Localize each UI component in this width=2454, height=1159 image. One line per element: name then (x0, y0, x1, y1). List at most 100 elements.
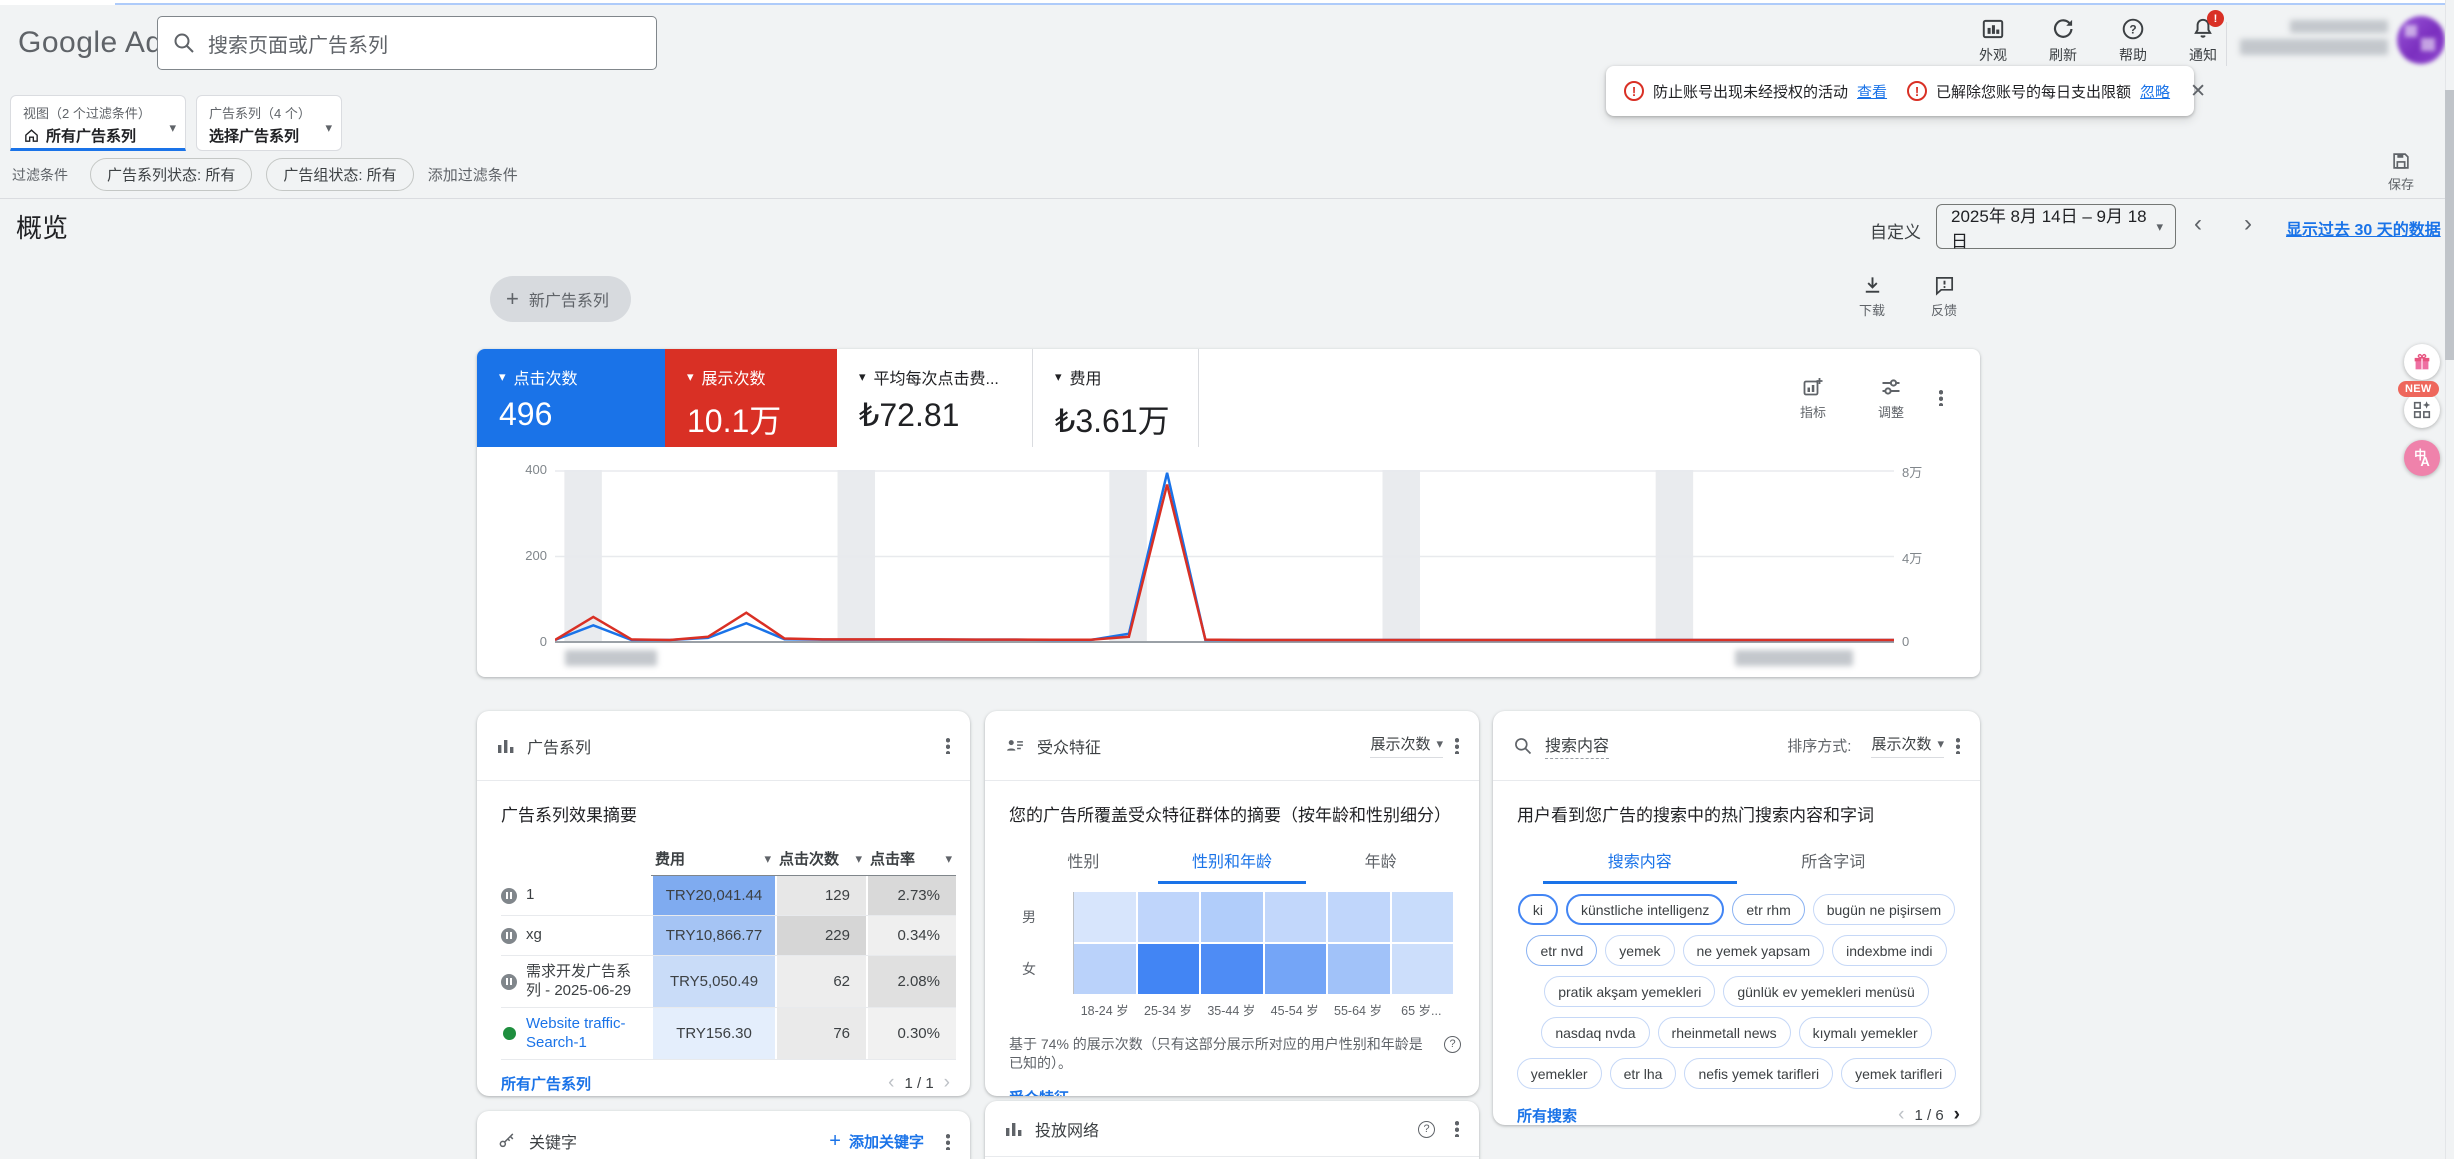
add-filter-button[interactable]: 添加过滤条件 (428, 164, 518, 185)
alert-unauthorized-activity: ! 防止账号出现未经授权的活动 查看 (1614, 81, 1897, 102)
help-circle-icon[interactable]: ? (1444, 1036, 1461, 1053)
search-term-chip[interactable]: etr rhm (1732, 894, 1805, 925)
date-prev-button[interactable]: ‹ (2194, 210, 2202, 238)
campaign-row[interactable]: xg TRY10,866.77 229 0.34% (501, 916, 956, 956)
date-mode-label: 自定义 (1870, 223, 1921, 242)
download-button[interactable]: 下载 (1846, 274, 1898, 319)
all-searches-link[interactable]: 所有搜索 (1517, 1105, 1577, 1126)
campaign-row[interactable]: 需求开发广告系列 - 2025-06-29 TRY5,050.49 62 2.08% (501, 956, 956, 1008)
search-term-chip[interactable]: etr nvd (1526, 935, 1598, 966)
overview-chart-card: ▾ 点击次数 496 ▾ 展示次数 10.1万 ▾ 平均每次点击费... ₺72.81… (477, 349, 1980, 677)
search-term-chip[interactable]: ne yemek yapsam (1682, 935, 1825, 966)
search-term-chip[interactable]: kıymalı yemekler (1798, 1017, 1932, 1048)
scorecard-clicks[interactable]: ▾ 点击次数 496 (477, 349, 665, 447)
heatmap-cell (1391, 944, 1453, 994)
filter-adgroup-status[interactable]: 广告组状态: 所有 (266, 158, 414, 191)
search-term-chip[interactable]: etr lha (1609, 1058, 1677, 1089)
google-ads-logo[interactable]: Google Ads (18, 26, 178, 60)
campaigns-card: 广告系列 广告系列效果摘要 费用 ▾ 点击次数 ▾ 点击率 ▾ 1 TRY20,041.… (477, 711, 970, 1096)
heatmap-row-label: 男 (1022, 909, 1036, 925)
tab-gender-age[interactable]: 性别和年龄 (1157, 840, 1307, 884)
campaign-picker[interactable]: 广告系列（4 个） 选择广告系列 ▾ (196, 95, 342, 151)
page-next-icon[interactable]: › (944, 1072, 950, 1094)
chart-menu-kebab-icon[interactable] (1939, 389, 1943, 406)
search-input[interactable]: 搜索页面或广告系列 (157, 16, 657, 70)
search-term-chips: ki künstliche intelligenz etr rhm bugün ne … (1493, 884, 1980, 1096)
search-term-chip[interactable]: nefis yemek tarifleri (1684, 1058, 1834, 1089)
tab-search-terms[interactable]: 搜索内容 (1543, 840, 1737, 884)
page-prev-icon[interactable]: ‹ (888, 1072, 894, 1094)
scorecard-avg-cpc[interactable]: ▾ 平均每次点击费... ₺72.81 (837, 349, 1033, 447)
column-header-clicks[interactable]: 点击次数 ▾ (775, 848, 866, 876)
search-term-chip[interactable]: günlük ev yemekleri menüsü (1723, 976, 1929, 1007)
filter-campaign-status[interactable]: 广告系列状态: 所有 (90, 158, 253, 191)
help-icon: ? (2120, 16, 2146, 42)
metrics-button[interactable]: 指标 (1787, 375, 1839, 421)
tab-age[interactable]: 年龄 (1306, 840, 1455, 884)
all-campaigns-link[interactable]: 所有广告系列 (501, 1073, 591, 1094)
rewards-gift-button[interactable] (2404, 344, 2440, 380)
date-next-button[interactable]: › (2244, 210, 2252, 238)
scrollbar[interactable] (2445, 0, 2454, 1159)
date-range-picker[interactable]: 2025年 8月 14日 – 9月 18日 ▾ (1936, 204, 2176, 251)
column-header-ctr[interactable]: 点击率 ▾ (866, 848, 956, 876)
adjust-button[interactable]: 调整 (1865, 375, 1917, 421)
scorecard-cost[interactable]: ▾ 费用 ₺3.61万 (1033, 349, 1199, 447)
ctr-cell: 2.73% (866, 876, 956, 915)
tab-gender[interactable]: 性别 (1009, 840, 1158, 884)
search-terms-sort-select[interactable]: 展示次数 ▾ (1871, 733, 1944, 758)
scorecard-impressions[interactable]: ▾ 展示次数 10.1万 (665, 349, 837, 447)
campaigns-menu-kebab-icon[interactable] (946, 737, 950, 754)
campaign-row[interactable]: 1 TRY20,041.44 129 2.73% (501, 876, 956, 916)
apps-sparkle-button[interactable] (2404, 392, 2440, 428)
heatmap-cell (1328, 944, 1390, 994)
enabled-status-icon (502, 1027, 516, 1040)
appearance-button[interactable]: 外观 (1962, 16, 2024, 65)
refresh-button[interactable]: 刷新 (2032, 16, 2094, 65)
feedback-button[interactable]: 反馈 (1918, 274, 1970, 319)
bell-icon: ! (2190, 10, 2224, 42)
campaign-row[interactable]: Website traffic-Search-1 TRY156.30 76 0.30% (501, 1008, 956, 1060)
tab-included-words[interactable]: 所含字词 (1737, 840, 1931, 884)
demographics-link[interactable]: 受众特征 (985, 1073, 1479, 1096)
page-next-icon[interactable]: › (1954, 1104, 1960, 1125)
search-term-chip[interactable]: yemek tarifleri (1841, 1058, 1957, 1089)
help-circle-icon[interactable]: ? (1418, 1120, 1435, 1138)
search-term-chip[interactable]: yemek (1605, 935, 1675, 966)
search-term-chip[interactable]: nasdaq nvda (1541, 1017, 1650, 1048)
demographics-menu-kebab-icon[interactable] (1455, 737, 1459, 754)
translate-button[interactable]: 中 A (2404, 440, 2440, 476)
view-link[interactable]: 查看 (1857, 81, 1887, 102)
search-term-chip[interactable]: yemekler (1516, 1058, 1602, 1089)
new-campaign-button[interactable]: + 新广告系列 (490, 276, 631, 322)
save-button[interactable]: 保存 (2388, 150, 2414, 193)
page-prev-icon[interactable]: ‹ (1898, 1104, 1904, 1125)
close-icon[interactable]: ✕ (2182, 76, 2214, 107)
clicks-cell: 229 (775, 916, 866, 955)
column-header-cost[interactable]: 费用 ▾ (651, 848, 775, 876)
campaign-name-text[interactable]: Website traffic-Search-1 (526, 1015, 645, 1053)
browser-edge-strip (0, 0, 2454, 5)
grid-sparkle-icon (2413, 401, 2431, 419)
add-keywords-button[interactable]: + 添加关键字 (829, 1130, 924, 1153)
sort-caret-icon: ▾ (945, 850, 952, 866)
demographics-metric-select[interactable]: 展示次数 ▾ (1370, 733, 1443, 758)
search-term-chip[interactable]: pratik akşam yemekleri (1544, 976, 1716, 1007)
scrollbar-thumb[interactable] (2445, 90, 2454, 360)
view-picker[interactable]: 视图（2 个过滤条件） 所有广告系列 ▾ (10, 95, 186, 151)
search-term-chip[interactable]: rheinmetall news (1657, 1017, 1791, 1048)
notifications-button[interactable]: ! 通知 (2172, 10, 2234, 65)
metrics-icon (1803, 378, 1823, 396)
search-terms-menu-kebab-icon[interactable] (1956, 737, 1960, 754)
keywords-menu-kebab-icon[interactable] (946, 1132, 950, 1150)
avatar[interactable] (2397, 16, 2445, 64)
show-last-30-days-link[interactable]: 显示过去 30 天的数据 (2286, 216, 2441, 240)
search-term-chip[interactable]: künstliche intelligenz (1565, 894, 1725, 925)
alert-icon: ! (1624, 81, 1644, 101)
search-term-chip[interactable]: indexbme indi (1832, 935, 1947, 966)
networks-menu-kebab-icon[interactable] (1455, 1120, 1459, 1137)
help-button[interactable]: ? 帮助 (2102, 16, 2164, 65)
dismiss-link[interactable]: 忽略 (2140, 81, 2170, 102)
search-term-chip[interactable]: ki (1517, 894, 1558, 925)
search-term-chip[interactable]: bugün ne pişirsem (1812, 894, 1956, 925)
